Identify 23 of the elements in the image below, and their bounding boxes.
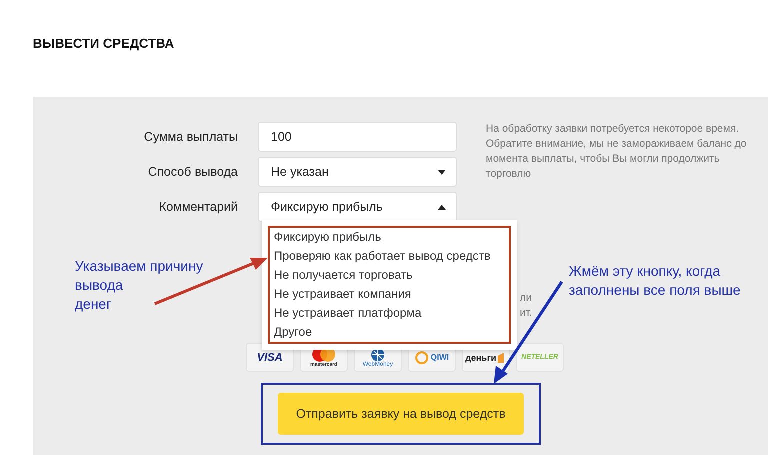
info-note: На обработку заявки потребуется некоторое время. Обратите внимание, мы не замораживаем баланс до момента выплаты, чтобы Вы могли продолжить торговлю [486, 122, 748, 182]
note-fragment: ли [520, 291, 532, 306]
logo-text: VISA [257, 352, 283, 364]
field-label: Способ вывода [147, 165, 239, 179]
field-label: Сумма выплаты [143, 130, 239, 144]
annotation-text: денег [75, 295, 113, 314]
logo-text: QIWI [430, 353, 450, 362]
caret-up-icon [438, 204, 446, 210]
submit-button[interactable]: Отправить заявку на вывод средств [278, 393, 524, 435]
ring-icon [414, 350, 429, 364]
select-field[interactable]: Фиксирую прибыль [258, 192, 457, 222]
page-title: ВЫВЕСТИ СРЕДСТВА [32, 35, 176, 53]
note-fragment: ит. [520, 306, 532, 321]
annotation-text: Жмём эту кнопку, когда [569, 262, 722, 281]
annotation-text: Указываем причину [75, 257, 204, 276]
annotation-text: заполнены все поля выше [569, 281, 741, 300]
logo-text: деньги [466, 352, 496, 362]
annotation-text: вывода [75, 276, 124, 295]
amount-field[interactable]: 100 [258, 122, 457, 152]
select-field[interactable]: Не указан [258, 157, 457, 187]
field-label: Комментарий [158, 200, 239, 214]
wallet-icon [498, 352, 506, 362]
caret-down-icon [438, 170, 446, 174]
